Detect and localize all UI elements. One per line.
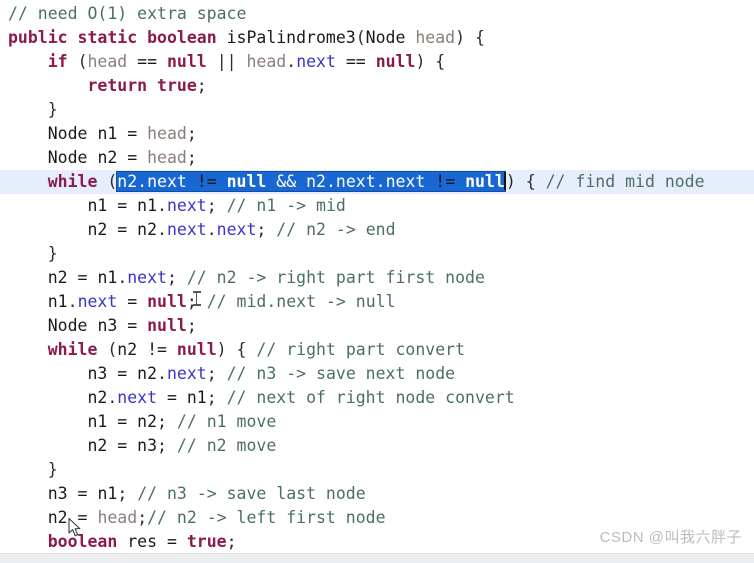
code-line[interactable]: } xyxy=(0,98,754,122)
type-token: Node xyxy=(365,28,406,47)
keyword-token: null xyxy=(176,340,217,359)
code-line[interactable]: n2 = n1.next; // n2 -> right part first … xyxy=(0,266,754,290)
code-line[interactable]: n1 = n2; // n1 move xyxy=(0,410,754,434)
variable-token: n1 xyxy=(87,196,108,215)
comment-token: // n2 -> end xyxy=(276,220,396,239)
keyword-token: boolean xyxy=(147,28,217,47)
variable-token: n1 xyxy=(47,292,68,311)
method-name-token: isPalindrome3 xyxy=(226,28,356,47)
code-line[interactable]: while (n2 != null) { // right part conve… xyxy=(0,338,754,362)
variable-token: n2 xyxy=(87,220,108,239)
code-line[interactable]: return true; xyxy=(0,74,754,98)
parameter-token: head xyxy=(246,52,287,71)
variable-token: n3 xyxy=(97,316,118,335)
keyword-token: true xyxy=(186,532,227,551)
comment-token: // next of right node convert xyxy=(226,388,515,407)
code-line[interactable]: n1.next = null; // mid.next -> null xyxy=(0,290,754,314)
comment-token: // n3 -> save next node xyxy=(226,364,456,383)
parameter-token: head xyxy=(147,148,187,167)
keyword-token: boolean xyxy=(47,532,118,551)
keyword-token: public xyxy=(8,28,68,47)
keyword-token: null xyxy=(147,316,187,335)
field-token: next xyxy=(166,220,207,239)
code-line[interactable]: } xyxy=(0,458,754,482)
field-token: next xyxy=(296,52,336,71)
comment-token: // n2 -> right part first node xyxy=(186,268,485,287)
variable-token: n3 xyxy=(87,364,108,383)
type-token: Node xyxy=(47,124,88,143)
parameter-token: head xyxy=(147,124,187,143)
field-token: next xyxy=(216,220,257,239)
code-line[interactable]: n2 = n2.next.next; // n2 -> end xyxy=(0,218,754,242)
selected-text[interactable]: n2.next != null && n2.next.next != null xyxy=(117,172,505,191)
code-line-current[interactable]: while (n2.next != null && n2.next.next !… xyxy=(0,170,754,194)
code-line[interactable]: public static boolean isPalindrome3(Node… xyxy=(0,26,754,50)
comment-token: // n1 move xyxy=(176,412,277,431)
variable-token: n1 xyxy=(87,412,108,431)
variable-token: n2 xyxy=(47,268,68,287)
variable-token: n2 xyxy=(97,148,118,167)
parameter-token: head xyxy=(87,52,128,71)
variable-token: res xyxy=(127,532,158,551)
code-lines-container[interactable]: // need O(1) extra space public static b… xyxy=(0,0,754,563)
keyword-token: if xyxy=(47,52,68,71)
keyword-token: while xyxy=(47,172,98,191)
variable-token: n3 xyxy=(47,484,68,503)
keyword-token: static xyxy=(77,28,138,47)
keyword-token: null xyxy=(167,52,207,71)
comment-token: // n1 -> mid xyxy=(226,196,346,215)
field-token: next xyxy=(166,364,207,383)
csdn-watermark: CSDN @叫我六胖子 xyxy=(599,529,742,546)
keyword-token: while xyxy=(47,340,98,359)
code-line[interactable]: if (head == null || head.next == null) { xyxy=(0,50,754,74)
field-token: next xyxy=(127,268,167,287)
field-token: next xyxy=(77,292,118,311)
parameter-token: head xyxy=(97,508,138,527)
variable-token: n2 xyxy=(117,340,138,359)
type-token: Node xyxy=(47,316,88,335)
keyword-token: null xyxy=(375,52,416,71)
code-editor[interactable]: // need O(1) extra space public static b… xyxy=(0,0,754,563)
code-line[interactable]: Node n3 = null; xyxy=(0,314,754,338)
comment-token: // n3 -> save last node xyxy=(137,484,366,503)
field-token: next xyxy=(117,388,158,407)
variable-token: n2 xyxy=(47,508,68,527)
keyword-token: true xyxy=(157,76,197,95)
comment-token: // need O(1) extra space xyxy=(8,4,247,23)
code-line[interactable]: Node n1 = head; xyxy=(0,122,754,146)
code-line[interactable]: n3 = n1; // n3 -> save last node xyxy=(0,482,754,506)
keyword-token: return xyxy=(87,76,148,95)
comment-token: // right part convert xyxy=(256,340,466,359)
comment-token: // mid.next -> null xyxy=(206,292,396,311)
code-line[interactable]: } xyxy=(0,242,754,266)
code-line[interactable]: // need O(1) extra space xyxy=(0,2,754,26)
code-line[interactable]: Node n2 = head; xyxy=(0,146,754,170)
code-line[interactable]: n2 = n3; // n2 move xyxy=(0,434,754,458)
comment-token: // n2 -> left first node xyxy=(147,508,386,527)
type-token: Node xyxy=(47,148,88,167)
variable-token: n2 xyxy=(87,388,108,407)
keyword-token: null xyxy=(147,292,187,311)
editor-bottom-strip xyxy=(0,553,754,563)
code-line[interactable]: n3 = n2.next; // n3 -> save next node xyxy=(0,362,754,386)
code-line[interactable]: n1 = n1.next; // n1 -> mid xyxy=(0,194,754,218)
parameter-token: head xyxy=(415,28,456,47)
variable-token: n1 xyxy=(97,124,118,143)
comment-token: // find mid node xyxy=(545,172,705,191)
code-line[interactable]: n2.next = n1; // next of right node conv… xyxy=(0,386,754,410)
field-token: next xyxy=(166,196,207,215)
comment-token: // n2 move xyxy=(176,436,277,455)
variable-token: n2 xyxy=(87,436,108,455)
